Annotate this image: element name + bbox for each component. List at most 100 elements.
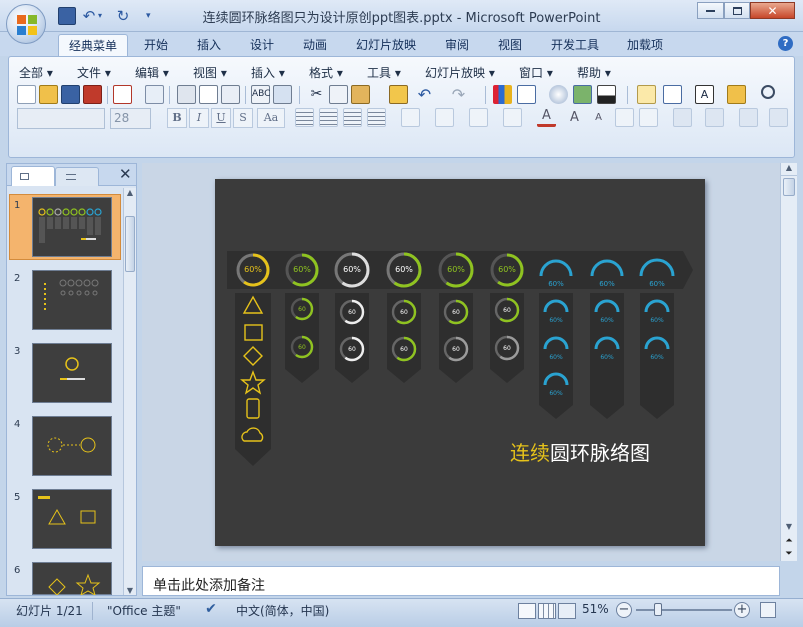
insert-picture-icon[interactable] [573, 85, 592, 104]
menu-file[interactable]: 文件 ▾ [77, 64, 111, 80]
shapes-icon[interactable] [673, 108, 692, 127]
spell-check-icon[interactable]: ✔ [202, 601, 220, 619]
scroll-up-icon[interactable]: ▲ [781, 163, 797, 176]
tab-developer[interactable]: 开发工具 [541, 34, 609, 56]
text-direction-icon[interactable] [435, 108, 454, 127]
format-painter-icon[interactable] [389, 85, 408, 104]
tab-animation[interactable]: 动画 [293, 34, 337, 56]
bullets-icon[interactable] [469, 108, 488, 127]
tab-classic-menu[interactable]: 经典菜单 [58, 34, 129, 56]
permission-icon[interactable] [113, 85, 132, 104]
find-icon[interactable] [761, 85, 775, 99]
zoom-out-icon[interactable]: − [616, 602, 632, 618]
shape-fill-icon[interactable] [769, 108, 788, 127]
align-right-icon[interactable] [343, 108, 362, 127]
tab-outline[interactable] [55, 167, 99, 186]
quick-styles-icon[interactable] [739, 108, 758, 127]
slide-thumbnail-1[interactable] [32, 197, 112, 257]
cut-icon[interactable]: ✂ [307, 85, 326, 104]
shadow-button[interactable]: S [233, 108, 253, 128]
slide-thumbnail-5[interactable] [32, 489, 112, 549]
slide-thumbnail-2[interactable] [32, 270, 112, 330]
tab-addins[interactable]: 加载项 [617, 34, 673, 56]
scroll-down-icon[interactable]: ▼ [124, 586, 136, 595]
office-button[interactable] [6, 4, 46, 44]
paste-icon[interactable] [351, 85, 370, 104]
tab-view[interactable]: 视图 [488, 34, 532, 56]
help-icon[interactable]: ? [778, 36, 793, 51]
language-status[interactable]: 中文(简体，中国) [236, 602, 329, 619]
underline-button[interactable]: U [211, 108, 231, 128]
font-size-select[interactable]: 28 [110, 108, 151, 129]
chart-icon[interactable] [493, 85, 512, 104]
decrease-indent-icon[interactable] [615, 108, 634, 127]
menu-window[interactable]: 窗口 ▾ [519, 64, 553, 80]
slide-thumbnail-3[interactable] [32, 343, 112, 403]
print-icon[interactable] [177, 85, 196, 104]
menu-insert[interactable]: 插入 ▾ [251, 64, 285, 80]
redo-icon[interactable]: ↻ [114, 7, 132, 25]
align-center-icon[interactable] [319, 108, 338, 127]
slideshow-view-icon[interactable] [558, 603, 576, 619]
slide-sorter-icon[interactable] [538, 603, 556, 619]
customize-quick-access-icon[interactable]: ▾ [146, 7, 156, 25]
close-button[interactable]: ✕ [750, 2, 795, 19]
open-folder-icon[interactable] [39, 85, 58, 104]
slide-view-icon[interactable] [221, 85, 240, 104]
scroll-up-icon[interactable]: ▲ [124, 188, 136, 200]
tab-design[interactable]: 设计 [240, 34, 284, 56]
next-slide-icon[interactable]: ⏷ [781, 549, 797, 559]
close-pane-icon[interactable]: ✕ [119, 165, 132, 183]
scroll-down-icon[interactable]: ▼ [781, 522, 797, 531]
research-icon[interactable] [273, 85, 292, 104]
theme-name[interactable]: "Office 主题" [107, 602, 181, 619]
maximize-button[interactable] [724, 2, 750, 19]
new-document-icon[interactable] [17, 85, 36, 104]
tab-slides[interactable] [11, 166, 55, 186]
increase-indent-icon[interactable] [639, 108, 658, 127]
current-slide[interactable]: 60 60% 60% 60% 60% 60% 60% 60% 60% 60% 60 60 60 60 60… [215, 179, 705, 546]
tab-home[interactable]: 开始 [134, 34, 178, 56]
redo-icon[interactable]: ↷ [449, 85, 468, 104]
thumbnail-scrollbar[interactable]: ▲ ▼ [123, 188, 136, 595]
undo-icon[interactable]: ↶ [80, 7, 98, 25]
save-icon[interactable] [58, 7, 76, 25]
zoom-in-icon[interactable]: + [734, 602, 750, 618]
tab-review[interactable]: 审阅 [435, 34, 479, 56]
text-box-icon[interactable]: A [695, 85, 714, 104]
menu-all[interactable]: 全部 ▾ [19, 64, 53, 80]
slide-scrollbar[interactable]: ▲ ▼ ⏶ ⏷ [780, 163, 797, 561]
menu-help[interactable]: 帮助 ▾ [577, 64, 611, 80]
open-folder-icon[interactable] [727, 85, 746, 104]
layout-icon[interactable] [663, 85, 682, 104]
menu-slideshow[interactable]: 幻灯片放映 ▾ [425, 64, 495, 80]
normal-view-icon[interactable] [518, 603, 536, 619]
attach-icon[interactable] [145, 85, 164, 104]
table-icon[interactable] [517, 85, 536, 104]
font-name-select[interactable] [17, 108, 105, 129]
scroll-thumb[interactable] [125, 216, 135, 272]
undo-icon[interactable]: ↶ [415, 85, 434, 104]
copy-icon[interactable] [329, 85, 348, 104]
fit-to-window-icon[interactable] [760, 602, 776, 618]
menu-view[interactable]: 视图 ▾ [193, 64, 227, 80]
spelling-icon[interactable]: ABC [251, 85, 270, 104]
previous-slide-icon[interactable]: ⏶ [781, 536, 797, 546]
tab-insert[interactable]: 插入 [187, 34, 231, 56]
grow-font-icon[interactable]: A [565, 108, 584, 127]
save-icon[interactable] [61, 85, 80, 104]
italic-button[interactable]: I [189, 108, 209, 128]
zoom-level[interactable]: 51% [582, 602, 609, 616]
menu-tools[interactable]: 工具 ▾ [367, 64, 401, 80]
numbering-icon[interactable] [503, 108, 522, 127]
publish-pdf-icon[interactable] [83, 85, 102, 104]
menu-format[interactable]: 格式 ▾ [309, 64, 343, 80]
menu-edit[interactable]: 编辑 ▾ [135, 64, 169, 80]
new-slide-icon[interactable] [637, 85, 656, 104]
slide-thumbnail-6[interactable] [32, 562, 112, 597]
zoom-slider-track[interactable] [636, 609, 732, 611]
scroll-thumb[interactable] [783, 178, 795, 196]
tab-slideshow[interactable]: 幻灯片放映 [346, 34, 426, 56]
align-left-icon[interactable] [295, 108, 314, 127]
columns-icon[interactable] [401, 108, 420, 127]
